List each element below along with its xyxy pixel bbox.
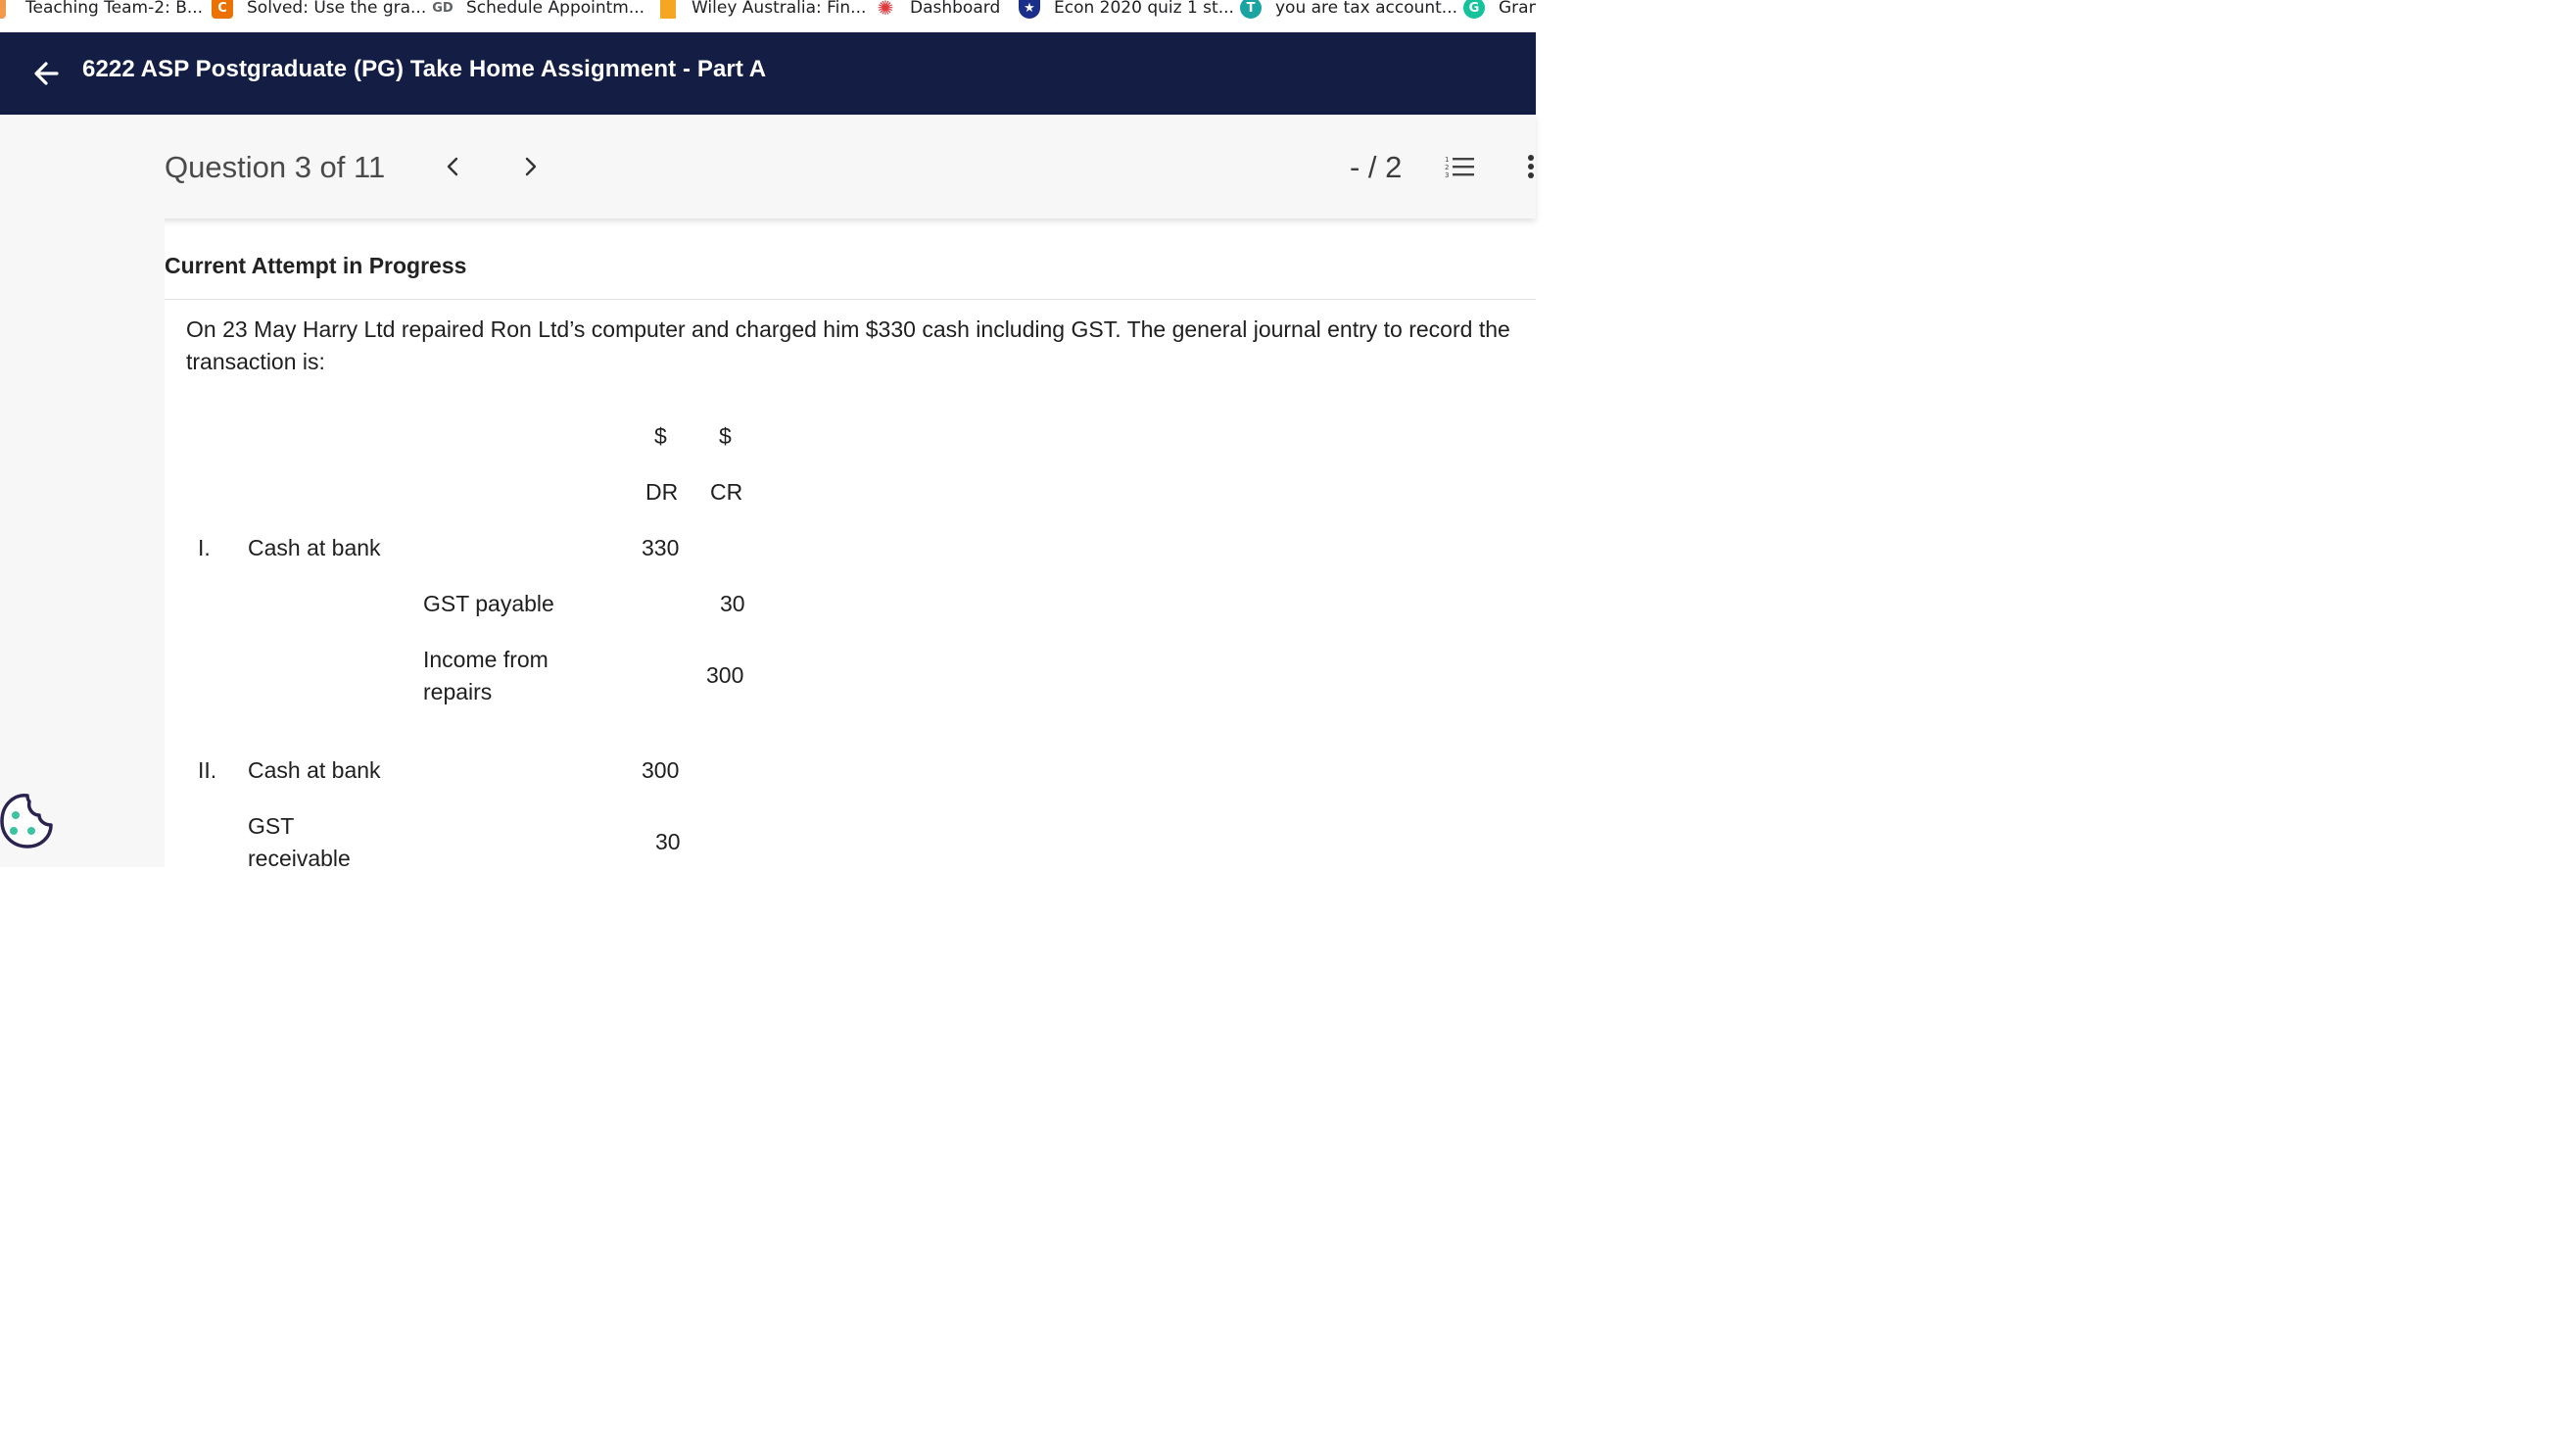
back-arrow-icon[interactable] — [29, 56, 65, 91]
wiley-icon — [660, 0, 676, 19]
bookmark-label: Solved: Use the gra... — [247, 0, 427, 18]
debit-amount: 330 — [642, 535, 680, 560]
bookmark-label: Dashboard — [910, 0, 1001, 18]
debit-account: GST — [248, 813, 295, 839]
option-numeral: I. — [198, 535, 211, 560]
bookmark-item[interactable]: ✺ Dashboard — [875, 0, 1001, 22]
app-header: 6222 ASP Postgraduate (PG) Take Home Ass… — [0, 32, 1536, 115]
debit-account: Cash at bank — [248, 757, 381, 783]
bookmarks-bar: Teaching Team-2: B... C Solved: Use the … — [0, 0, 1536, 32]
attempt-status: Current Attempt in Progress — [165, 253, 467, 278]
star-icon: ★ — [1019, 0, 1040, 19]
bookmark-item[interactable]: GD Schedule Appointm... — [431, 0, 644, 22]
currency-cr: $ — [719, 423, 732, 449]
bookmark-item[interactable]: T you are tax account... — [1240, 0, 1457, 22]
divider — [165, 299, 1536, 300]
credit-account: repairs — [423, 679, 493, 704]
bookmark-label: Gran — [1499, 0, 1536, 18]
bookmark-label: Schedule Appointm... — [466, 0, 645, 18]
cr-header: CR — [710, 479, 743, 505]
chegg-icon: C — [212, 0, 233, 19]
question-list-icon[interactable]: 1 2 3 — [1444, 154, 1477, 181]
shield-icon: T — [1240, 0, 1262, 19]
credit-amount: 300 — [706, 662, 744, 688]
canvas-icon: ✺ — [877, 0, 894, 20]
bookmark-label: you are tax account... — [1275, 0, 1458, 18]
bookmark-item[interactable]: C Solved: Use the gra... — [212, 0, 426, 22]
bookmark-label: Econ 2020 quiz 1 st... — [1054, 0, 1234, 18]
credit-account: GST payable — [423, 591, 554, 616]
more-options-icon[interactable] — [1522, 152, 1536, 181]
flame-icon — [0, 0, 6, 19]
bookmark-label: Teaching Team-2: B... — [25, 0, 204, 18]
credit-amount: 30 — [720, 591, 745, 616]
grammarly-icon: G — [1463, 0, 1485, 19]
cookie-settings-icon[interactable] — [0, 790, 55, 850]
credit-account: Income from — [423, 647, 549, 672]
debit-account: receivable — [248, 846, 351, 871]
currency-dr: $ — [654, 423, 667, 449]
bookmark-item[interactable]: G Gran — [1463, 0, 1536, 22]
svg-text:3: 3 — [1445, 171, 1449, 179]
option-numeral: II. — [198, 757, 217, 783]
dr-header: DR — [645, 479, 679, 505]
debit-account: Cash at bank — [248, 535, 381, 560]
svg-text:1: 1 — [1445, 156, 1449, 164]
gd-icon: GD — [432, 0, 453, 16]
next-question-icon[interactable] — [517, 154, 543, 179]
debit-amount: 300 — [642, 757, 680, 783]
question-nav-bar: Question 3 of 11 - / 2 1 2 3 — [0, 115, 1536, 218]
bookmark-item[interactable]: Teaching Team-2: B... — [0, 0, 203, 22]
page-title: 6222 ASP Postgraduate (PG) Take Home Ass… — [82, 56, 767, 82]
previous-question-icon[interactable] — [441, 154, 466, 179]
debit-amount: 30 — [655, 829, 681, 854]
question-score: - / 2 — [1350, 150, 1403, 184]
left-gutter — [0, 218, 165, 867]
bookmark-item[interactable]: ★ Econ 2020 quiz 1 st... — [1019, 0, 1234, 22]
bookmark-item[interactable]: Wiley Australia: Fin... — [660, 0, 866, 22]
question-text: On 23 May Harry Ltd repaired Ron Ltd’s c… — [186, 316, 1510, 374]
question-counter: Question 3 of 11 — [165, 150, 386, 184]
bookmark-label: Wiley Australia: Fin... — [692, 0, 867, 18]
svg-text:2: 2 — [1445, 164, 1449, 171]
